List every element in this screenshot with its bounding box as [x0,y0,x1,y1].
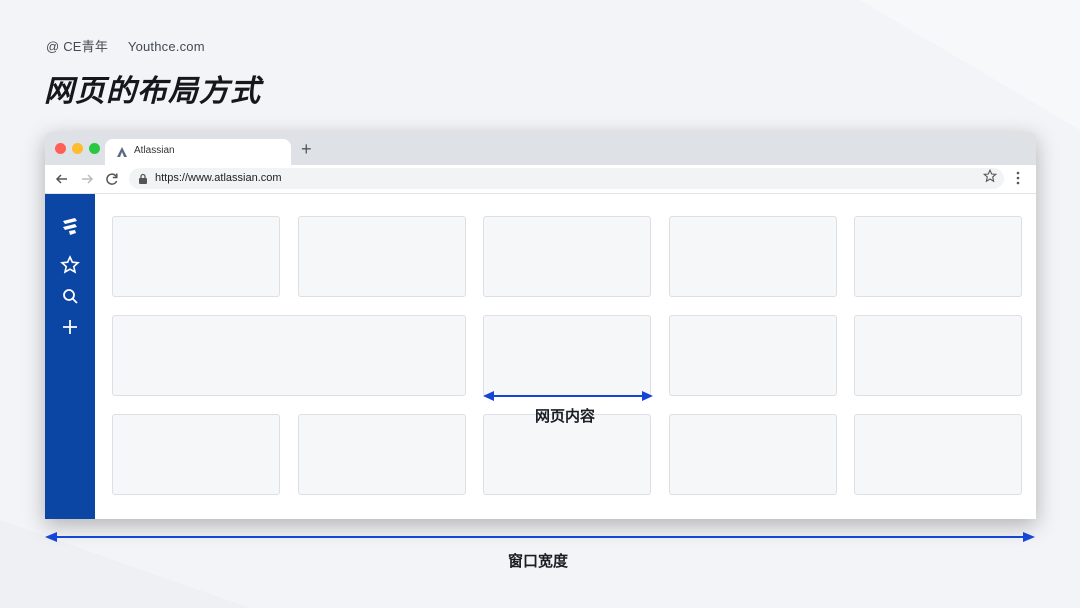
content-card [669,315,837,396]
url-text: https://www.atlassian.com [155,172,282,184]
page-title: 网页的布局方式 [44,75,261,108]
content-card [483,216,651,297]
star-icon[interactable] [59,254,81,276]
new-tab-button[interactable]: + [301,139,312,159]
browser-toolbar: https://www.atlassian.com [45,165,1036,194]
content-card [483,315,651,396]
tab-title: Atlassian [134,145,175,156]
address-bar[interactable]: https://www.atlassian.com [129,168,1004,189]
content-card [112,414,280,495]
back-arrow-icon[interactable] [53,170,71,188]
content-card [112,216,280,297]
content-card [854,414,1022,495]
jira-logo-icon[interactable] [59,215,81,237]
content-width-label: 网页内容 [535,408,596,425]
credit-site: Youthce.com [127,39,205,54]
browser-window: Atlassian + https://www.atlassian.com [45,132,1036,519]
reload-icon[interactable] [103,170,121,188]
app-sidebar [45,194,95,519]
content-card [669,216,837,297]
credit-author: @ CE青年 [46,39,109,54]
window-width-arrow [45,532,1035,542]
credit-line: @ CE青年 Youthce.com [46,36,221,55]
minimize-window-button[interactable] [72,143,83,154]
search-icon[interactable] [59,285,81,307]
tab-bar: Atlassian + [45,132,1036,165]
bookmark-star-icon[interactable] [983,169,997,183]
content-width-arrow [483,391,653,401]
forward-arrow-icon[interactable] [78,170,96,188]
page-content-area [45,194,1036,519]
plus-icon[interactable] [59,316,81,338]
content-card [854,216,1022,297]
content-card [298,216,466,297]
lock-icon [139,173,147,184]
browser-tab[interactable]: Atlassian [105,139,291,165]
close-window-button[interactable] [55,143,66,154]
kebab-menu-icon[interactable] [1011,170,1025,186]
window-width-label: 窗口宽度 [508,553,569,570]
content-card [669,414,837,495]
content-card [854,315,1022,396]
content-card [483,414,651,495]
atlassian-logo-icon [117,147,127,157]
content-card [298,414,466,495]
content-card-wide [112,315,466,396]
maximize-window-button[interactable] [89,143,100,154]
